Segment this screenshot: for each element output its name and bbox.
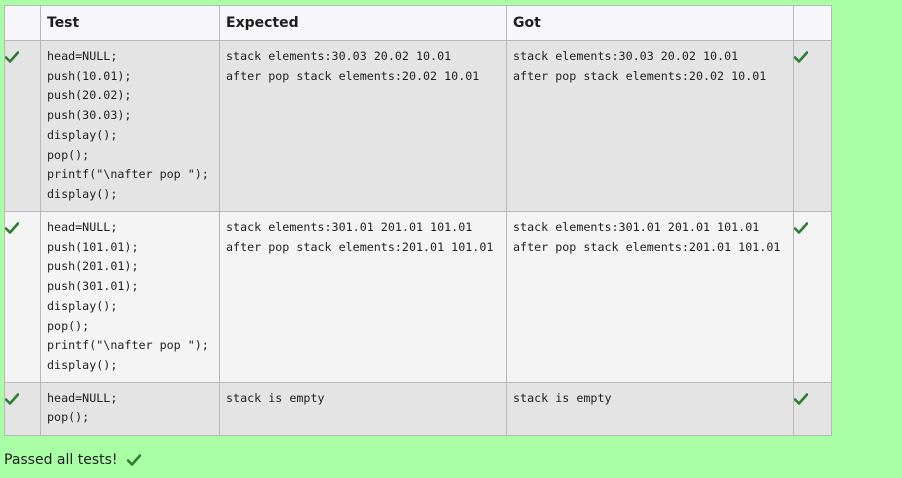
table-row: head=NULL; pop(); stack is empty stack i… [4,381,832,436]
got-output-cell: stack elements:301.01 201.01 101.01 afte… [506,211,794,383]
check-icon [794,392,808,405]
summary-text: Passed all tests! [4,452,118,468]
check-icon [126,454,141,466]
expected-output-cell: stack elements:301.01 201.01 101.01 afte… [219,211,507,383]
check-icon [794,51,808,63]
check-icon [5,51,19,63]
header-status-right [793,5,832,41]
row-status-right [793,381,832,436]
header-expected: Expected [219,5,507,41]
row-status-right [793,211,832,383]
header-test: Test [40,5,220,41]
got-output-cell: stack elements:30.03 20.02 10.01 after p… [506,40,794,212]
test-results-table: Test Expected Got head=NULL; push(10.01)… [4,5,832,436]
table-row: head=NULL; push(101.01); push(201.01); p… [4,211,832,383]
row-status-left [4,40,41,212]
check-icon [5,222,19,234]
table-header-row: Test Expected Got [4,5,832,41]
header-got: Got [506,5,794,41]
table-row: head=NULL; push(10.01); push(20.02); pus… [4,40,832,212]
got-output-cell: stack is empty [506,381,794,436]
header-status-left [4,5,41,41]
check-icon [794,222,808,234]
test-code-cell: head=NULL; pop(); [40,381,220,436]
test-code-cell: head=NULL; push(10.01); push(20.02); pus… [40,40,220,212]
test-code-cell: head=NULL; push(101.01); push(201.01); p… [40,211,220,383]
expected-output-cell: stack is empty [219,381,507,436]
row-status-left [4,211,41,383]
row-status-left [4,381,41,436]
check-icon [5,392,19,405]
row-status-right [793,40,832,212]
passed-summary: Passed all tests! [4,452,141,468]
expected-output-cell: stack elements:30.03 20.02 10.01 after p… [219,40,507,212]
